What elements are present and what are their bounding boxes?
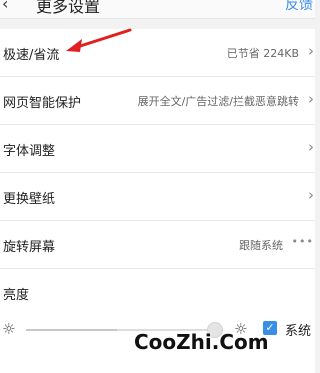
setting-value: 跟随系统	[239, 239, 283, 252]
brightness-label: 亮度	[3, 288, 30, 303]
chevron-right-icon: ›	[308, 186, 314, 204]
setting-label: 字体调整	[3, 144, 56, 159]
more-dots-icon: •••	[291, 235, 314, 248]
watermark-text: CooZhi.Com	[134, 330, 269, 354]
back-arrow-icon[interactable]: ‹	[2, 0, 8, 13]
chevron-right-icon: ›	[308, 90, 314, 108]
setting-label: 网页智能保护	[3, 96, 82, 111]
setting-row-speed-saver[interactable]: 极速/省流 已节省 224KB ›	[0, 29, 315, 77]
follow-system-label: 系统	[285, 324, 312, 339]
chevron-right-icon: ›	[308, 42, 314, 60]
setting-label: 旋转屏幕	[3, 240, 56, 255]
setting-row-wallpaper[interactable]: 更换壁纸 ›	[0, 173, 315, 221]
brightness-low-icon: ☼	[2, 320, 16, 338]
feedback-link[interactable]: 反馈	[285, 0, 313, 14]
settings-list: 极速/省流 已节省 224KB › 网页智能保护 展开全文/广告过滤/拦截恶意跳…	[0, 29, 315, 269]
top-bar: ‹ 更多设置 反馈	[0, 0, 315, 19]
setting-value: 已节省 224KB	[226, 47, 299, 60]
brightness-slider-fill	[26, 329, 117, 331]
setting-row-smart-protection[interactable]: 网页智能保护 展开全文/广告过滤/拦截恶意跳转 ›	[0, 77, 315, 125]
setting-row-rotate-screen[interactable]: 旋转屏幕 跟随系统 •••	[0, 221, 315, 269]
setting-value: 展开全文/广告过滤/拦截恶意跳转	[137, 95, 299, 108]
brightness-section: 亮度 ☼ ☼ ✓ 系统	[0, 269, 315, 373]
setting-label: 极速/省流	[3, 48, 60, 63]
setting-row-font-size[interactable]: 字体调整 ›	[0, 125, 315, 173]
page-title: 更多设置	[36, 0, 101, 16]
chevron-right-icon: ›	[308, 138, 314, 156]
setting-label: 更换壁纸	[3, 192, 56, 207]
